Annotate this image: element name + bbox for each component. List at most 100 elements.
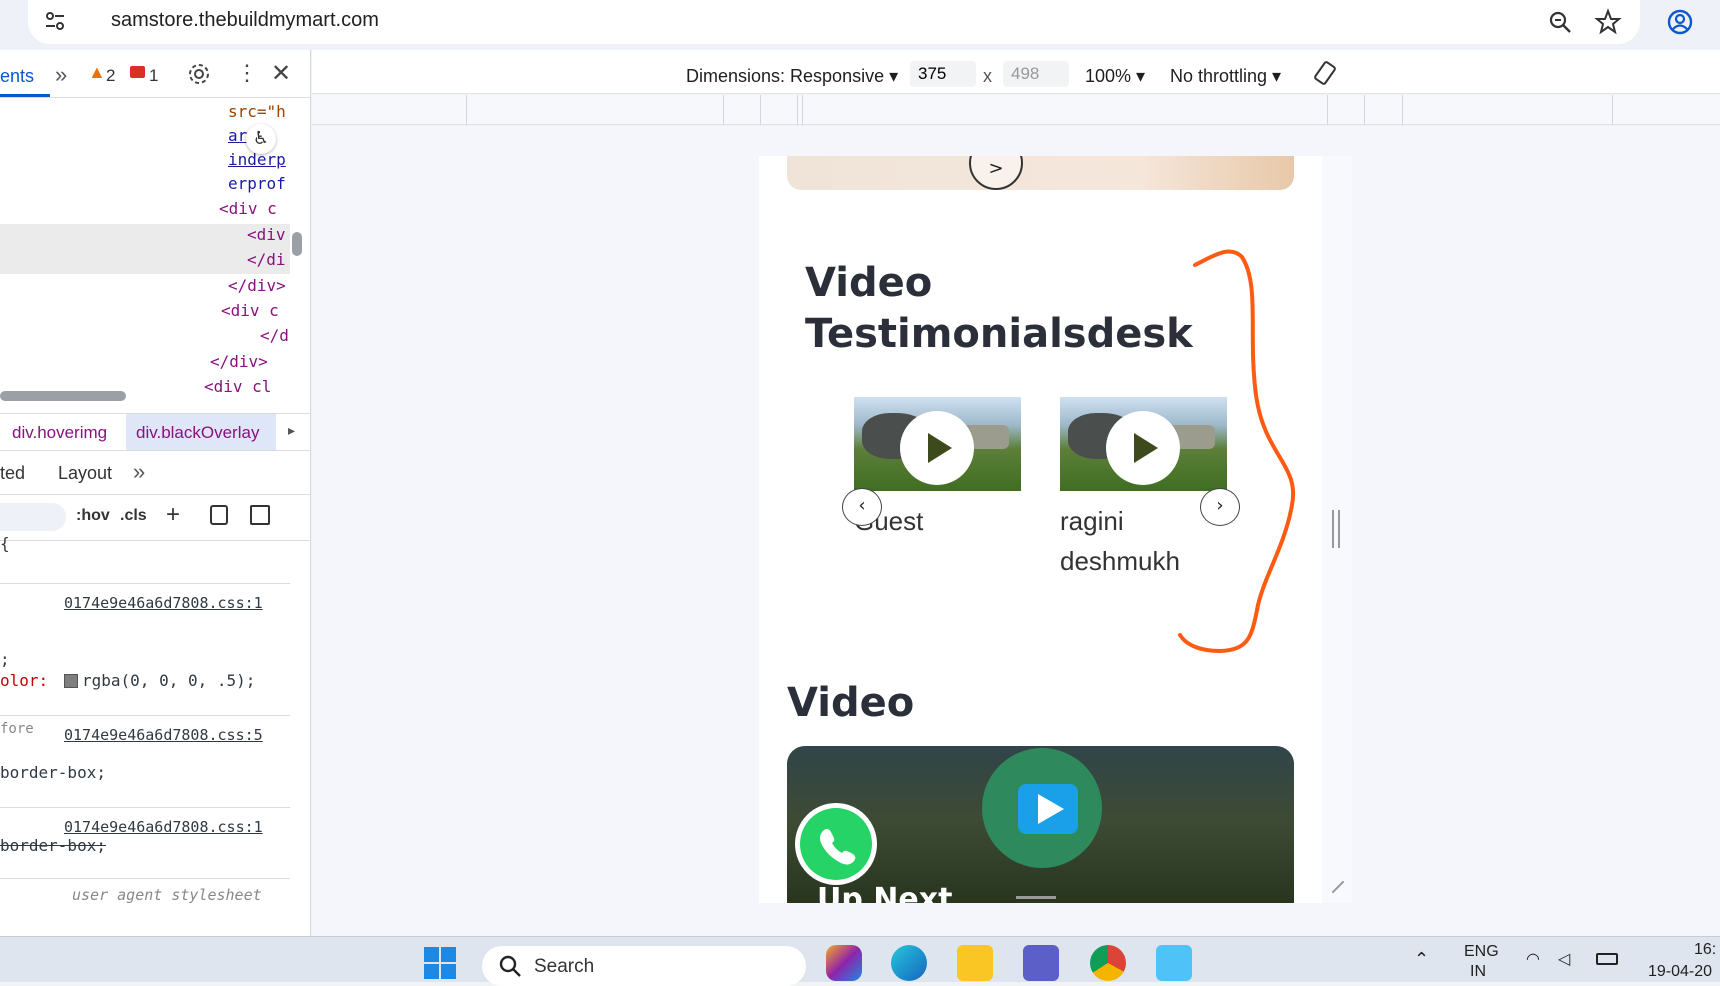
devtools-panel: ents » ▲ 2 1 ⋮ ✕ src="h ar o inderp erpr…: [0, 50, 311, 936]
bookmark-star-icon[interactable]: [1594, 8, 1622, 36]
windows-taskbar: Search ⌃ ENG IN ◠ ◁ 16: 19-04-20: [0, 936, 1720, 986]
error-icon[interactable]: [130, 66, 145, 78]
whatsapp-float-button[interactable]: [795, 803, 877, 885]
clock-time[interactable]: 16:: [1694, 941, 1716, 959]
sidebar-toggle-icon[interactable]: [250, 505, 270, 525]
notepad-icon[interactable]: [1156, 945, 1192, 981]
rule-source-link[interactable]: 0174e9e46a6d7808.css:1: [64, 818, 263, 836]
close-devtools-icon[interactable]: ✕: [271, 59, 291, 88]
accessibility-icon[interactable]: ♿: [246, 124, 276, 154]
wifi-icon[interactable]: ◠: [1526, 949, 1540, 969]
whatsapp-icon: [800, 808, 872, 880]
rule-separator: [0, 583, 290, 584]
play-icon[interactable]: [982, 748, 1102, 868]
testimonial-thumbnail[interactable]: [854, 397, 1021, 491]
teams-icon[interactable]: [1023, 945, 1059, 981]
copilot-icon[interactable]: [826, 945, 862, 981]
warning-icon[interactable]: ▲: [88, 62, 106, 83]
code-line[interactable]: erprof: [228, 174, 286, 193]
code-line[interactable]: <div c: [219, 199, 277, 218]
rule-brace: {: [0, 534, 10, 553]
tab-layout[interactable]: Layout: [58, 463, 112, 484]
style-prop-overridden[interactable]: border-box;: [0, 836, 106, 855]
style-prop-value[interactable]: rgba(0, 0, 0, .5);: [82, 671, 255, 690]
settings-gear-icon[interactable]: [187, 62, 211, 86]
code-line[interactable]: <div c: [221, 301, 279, 320]
file-explorer-icon[interactable]: [957, 945, 993, 981]
battery-icon[interactable]: [1596, 953, 1618, 965]
up-next-label: Up Next: [817, 882, 953, 903]
style-selector: fore: [0, 721, 34, 737]
rule-source-link[interactable]: 0174e9e46a6d7808.css:1: [64, 594, 263, 612]
code-line[interactable]: </di: [247, 250, 286, 269]
language-indicator[interactable]: ENG: [1464, 943, 1499, 961]
add-rule-icon[interactable]: +: [166, 501, 180, 529]
dimensions-dropdown[interactable]: Dimensions: Responsive ▾: [686, 66, 898, 87]
more-tabs-icon[interactable]: »: [133, 459, 145, 485]
height-input[interactable]: 498: [1003, 61, 1069, 87]
zoom-icon[interactable]: [1546, 8, 1574, 36]
throttling-dropdown[interactable]: No throttling ▾: [1170, 66, 1281, 87]
code-line[interactable]: <div: [247, 225, 286, 244]
style-prop-value[interactable]: border-box;: [0, 763, 106, 782]
width-input[interactable]: 375: [910, 61, 976, 87]
more-tabs-icon[interactable]: »: [55, 62, 67, 88]
vertical-scrollbar[interactable]: [292, 232, 302, 256]
code-line[interactable]: </d: [260, 326, 289, 345]
side-resize-handle[interactable]: [1332, 510, 1340, 548]
tab-computed[interactable]: ted: [0, 463, 25, 484]
media-query-ruler[interactable]: [312, 95, 1720, 125]
rule-separator: [0, 807, 290, 808]
chevron-right-icon[interactable]: ▸: [288, 422, 295, 439]
edge-icon[interactable]: [891, 945, 927, 981]
address-bar[interactable]: samstore.thebuildmymart.com: [28, 0, 1640, 44]
filter-input[interactable]: [0, 503, 66, 531]
rotate-icon[interactable]: [1312, 60, 1338, 86]
error-count: 1: [149, 66, 159, 85]
color-swatch[interactable]: [64, 674, 78, 688]
style-prop-name[interactable]: olor:: [0, 671, 48, 690]
horizontal-scrollbar[interactable]: [0, 391, 126, 401]
zoom-dropdown[interactable]: 100% ▾: [1085, 66, 1145, 87]
styles-filter-bar: :hov .cls +: [0, 495, 310, 541]
code-line[interactable]: <div cl: [204, 377, 271, 396]
search-placeholder: Search: [534, 956, 595, 977]
clock-date[interactable]: 19-04-20: [1648, 963, 1712, 981]
taskbar-search[interactable]: Search: [482, 946, 806, 986]
device-toolbar: Dimensions: Responsive ▾ 375 x 498 100% …: [312, 50, 1720, 94]
breadcrumb: div.hoverimg div.blackOverlay ▸: [0, 413, 310, 451]
video-heading: Video: [787, 680, 915, 726]
url-text[interactable]: samstore.thebuildmymart.com: [111, 9, 379, 32]
windows-start-icon[interactable]: [422, 945, 458, 981]
annotation-bracket: [1178, 249, 1296, 654]
code-line[interactable]: src="h: [228, 102, 286, 121]
carousel-prev-button[interactable]: ‹: [842, 488, 882, 526]
language-region: IN: [1470, 963, 1486, 980]
banner-next-button[interactable]: >: [969, 156, 1023, 190]
banner-image: >: [787, 156, 1294, 190]
corner-resize-icon[interactable]: [1331, 880, 1345, 894]
hov-button[interactable]: :hov: [76, 507, 110, 525]
rule-source-link[interactable]: 0174e9e46a6d7808.css:5: [64, 726, 263, 744]
site-info-icon[interactable]: [44, 10, 66, 32]
warning-count: 2: [106, 66, 116, 85]
paint-brush-icon[interactable]: [210, 505, 228, 525]
profile-icon[interactable]: [1666, 8, 1694, 36]
cls-button[interactable]: .cls: [120, 507, 147, 525]
volume-icon[interactable]: ◁: [1558, 949, 1570, 969]
dimension-separator: x: [983, 66, 992, 86]
tab-elements[interactable]: ents: [0, 66, 34, 87]
breadcrumb-item[interactable]: div.hoverimg: [12, 423, 107, 443]
chrome-icon[interactable]: [1090, 945, 1126, 981]
play-icon[interactable]: [900, 411, 974, 485]
rule-separator: [0, 878, 290, 879]
active-tab-indicator: [0, 94, 50, 97]
play-icon[interactable]: [1106, 411, 1180, 485]
resize-grip[interactable]: [1016, 896, 1056, 899]
code-line[interactable]: </div>: [210, 352, 268, 371]
code-line[interactable]: </div>: [228, 276, 286, 295]
tray-chevron-icon[interactable]: ⌃: [1414, 949, 1429, 970]
viewport-resize-rail: [1322, 156, 1352, 903]
kebab-menu-icon[interactable]: ⋮: [236, 60, 258, 86]
breadcrumb-item-active[interactable]: div.blackOverlay: [136, 423, 259, 443]
